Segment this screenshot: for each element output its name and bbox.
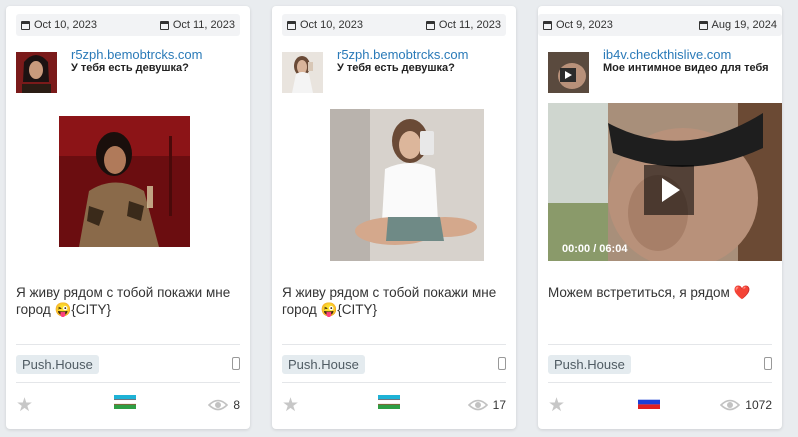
end-date: Oct 11, 2023 <box>159 19 235 31</box>
mobile-device-icon <box>764 357 772 370</box>
end-date-text: Oct 11, 2023 <box>438 19 501 31</box>
divider <box>282 344 506 345</box>
calendar-icon <box>425 20 435 30</box>
start-date-text: Oct 9, 2023 <box>556 19 613 31</box>
network-tag[interactable]: Push.House <box>282 355 365 374</box>
network-tag[interactable]: Push.House <box>16 355 99 374</box>
mobile-device-icon <box>498 357 506 370</box>
favorite-star-icon[interactable]: ★ <box>16 396 33 415</box>
eye-icon <box>467 399 488 411</box>
end-date: Aug 19, 2024 <box>698 19 777 31</box>
eye-icon <box>208 399 229 411</box>
start-date: Oct 10, 2023 <box>21 19 97 31</box>
calendar-icon <box>287 20 296 30</box>
ad-image[interactable] <box>59 116 190 247</box>
start-date-text: Oct 10, 2023 <box>34 19 97 31</box>
end-date-text: Oct 11, 2023 <box>172 19 235 31</box>
views-count: 1072 <box>720 398 772 412</box>
divider <box>16 382 240 383</box>
ad-title: Мое интимное видео для тебя <box>603 62 769 74</box>
ad-image[interactable] <box>330 109 484 261</box>
ad-domain-link[interactable]: ib4v.checkthislive.com <box>603 47 731 62</box>
calendar-icon <box>543 20 552 30</box>
start-date: Oct 10, 2023 <box>287 19 363 31</box>
date-range: Oct 10, 2023 Oct 11, 2023 <box>16 14 240 36</box>
uzbekistan-flag-icon <box>378 395 400 409</box>
favorite-star-icon[interactable]: ★ <box>548 396 565 415</box>
divider <box>282 382 506 383</box>
ad-header: r5zph.bemobtrcks.com У тебя есть девушка… <box>16 46 244 94</box>
ad-text: Я живу рядом с тобой покажи мне город 😜{… <box>16 285 231 317</box>
ad-title: У тебя есть девушка? <box>337 62 455 74</box>
ad-icon-thumbnail <box>16 52 57 93</box>
ad-icon-thumbnail <box>282 52 323 93</box>
ad-domain-link[interactable]: r5zph.bemobtrcks.com <box>337 47 469 62</box>
divider <box>548 344 772 345</box>
date-range: Oct 10, 2023 Oct 11, 2023 <box>282 14 506 36</box>
date-range: Oct 9, 2023 Aug 19, 2024 <box>538 14 782 36</box>
ad-title: У тебя есть девушка? <box>71 62 189 74</box>
calendar-icon <box>21 20 30 30</box>
views-number: 17 <box>492 398 506 412</box>
views-count: 8 <box>208 398 240 412</box>
russia-flag-icon <box>638 395 660 409</box>
mobile-device-icon <box>232 357 240 370</box>
network-tag[interactable]: Push.House <box>548 355 631 374</box>
views-count: 17 <box>467 398 506 412</box>
video-time: 00:00 / 06:04 <box>562 243 628 255</box>
ad-header: ib4v.checkthislive.com Мое интимное виде… <box>548 46 776 94</box>
views-number: 8 <box>233 398 240 412</box>
ad-card[interactable]: Oct 9, 2023 Aug 19, 2024 ib4v.checkthisl… <box>538 6 782 429</box>
divider <box>548 382 772 383</box>
ad-domain-link[interactable]: r5zph.bemobtrcks.com <box>71 47 203 62</box>
eye-icon <box>720 399 741 411</box>
end-date: Oct 11, 2023 <box>425 19 501 31</box>
uzbekistan-flag-icon <box>114 395 136 409</box>
calendar-icon <box>159 20 169 30</box>
ad-text: Можем встретиться, я рядом ❤️ <box>548 285 751 300</box>
ad-card[interactable]: Oct 10, 2023 Oct 11, 2023 r5zph.bemobtrc… <box>272 6 516 429</box>
favorite-star-icon[interactable]: ★ <box>282 396 299 415</box>
ad-icon-thumbnail <box>548 52 589 93</box>
ad-card[interactable]: Oct 10, 2023 Oct 11, 2023 r5zph.bemobtrc… <box>6 6 250 429</box>
views-number: 1072 <box>745 398 772 412</box>
start-date: Oct 9, 2023 <box>543 19 613 31</box>
calendar-icon <box>698 20 708 30</box>
start-date-text: Oct 10, 2023 <box>300 19 363 31</box>
divider <box>16 344 240 345</box>
end-date-text: Aug 19, 2024 <box>711 19 777 31</box>
play-button-icon[interactable] <box>644 165 694 215</box>
ad-video-player[interactable]: 00:00 / 06:04 <box>548 103 782 261</box>
ad-header: r5zph.bemobtrcks.com У тебя есть девушка… <box>282 46 510 94</box>
ad-text: Я живу рядом с тобой покажи мне город 😜{… <box>282 285 497 317</box>
